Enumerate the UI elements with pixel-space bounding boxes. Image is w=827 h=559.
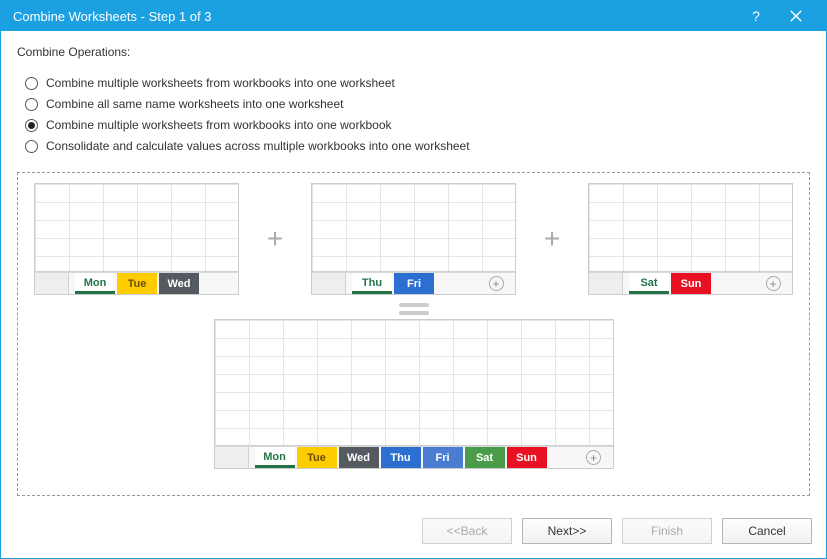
radio-label: Consolidate and calculate values across … — [46, 139, 470, 153]
next-button[interactable]: Next>> — [522, 518, 612, 544]
radio-option[interactable]: Consolidate and calculate values across … — [25, 139, 810, 153]
radio-icon — [25, 98, 38, 111]
sheet-tab-sat[interactable]: Sat — [465, 447, 505, 468]
sheet-tab-mon[interactable]: Mon — [75, 273, 115, 294]
dialog-window: Combine Worksheets - Step 1 of 3 ? Combi… — [0, 0, 827, 559]
sheet-tab-thu[interactable]: Thu — [352, 273, 392, 294]
plus-icon: + — [537, 225, 567, 253]
radio-group: Combine multiple worksheets from workboo… — [25, 69, 810, 160]
source-workbook: Mon Tue Wed — [34, 183, 239, 295]
content-area: Combine Operations: Combine multiple wor… — [1, 31, 826, 506]
sheet-tab-tue[interactable]: Tue — [297, 447, 337, 468]
window-title: Combine Worksheets - Step 1 of 3 — [13, 9, 736, 24]
sheet-tab-sun[interactable]: Sun — [671, 273, 711, 294]
section-label: Combine Operations: — [17, 45, 810, 59]
diagram-source-row: Mon Tue Wed + Thu Fri + + — [34, 183, 793, 295]
help-button[interactable]: ? — [736, 2, 776, 30]
radio-label: Combine all same name worksheets into on… — [46, 97, 343, 111]
radio-label: Combine multiple worksheets from workboo… — [46, 118, 392, 132]
radio-label: Combine multiple worksheets from workboo… — [46, 76, 395, 90]
sheet-grid — [312, 184, 515, 272]
tab-scroll-placeholder — [589, 273, 623, 294]
button-row: <<Back Next>> Finish Cancel — [1, 506, 826, 558]
tab-row: Mon Tue Wed Thu Fri Sat Sun + — [215, 446, 613, 468]
sheet-tab-mon[interactable]: Mon — [255, 447, 295, 468]
sheet-tab-sat[interactable]: Sat — [629, 273, 669, 294]
result-workbook: Mon Tue Wed Thu Fri Sat Sun + — [214, 319, 614, 469]
plus-circle-icon: + — [586, 450, 601, 465]
radio-option[interactable]: Combine all same name worksheets into on… — [25, 97, 810, 111]
tab-row: Thu Fri + — [312, 272, 515, 294]
sheet-grid — [215, 320, 613, 446]
tab-scroll-placeholder — [215, 447, 249, 468]
titlebar: Combine Worksheets - Step 1 of 3 ? — [1, 1, 826, 31]
close-icon — [790, 10, 802, 22]
sheet-tab-thu[interactable]: Thu — [381, 447, 421, 468]
radio-option[interactable]: Combine multiple worksheets from workboo… — [25, 76, 810, 90]
plus-circle-icon: + — [766, 276, 781, 291]
add-sheet-button[interactable]: + — [485, 273, 507, 294]
source-workbook: Sat Sun + — [588, 183, 793, 295]
add-sheet-button[interactable]: + — [762, 273, 784, 294]
radio-icon — [25, 119, 38, 132]
sheet-tab-fri[interactable]: Fri — [423, 447, 463, 468]
sheet-tab-tue[interactable]: Tue — [117, 273, 157, 294]
tab-row: Mon Tue Wed — [35, 272, 238, 294]
sheet-tab-wed[interactable]: Wed — [339, 447, 379, 468]
tab-scroll-placeholder — [312, 273, 346, 294]
radio-icon — [25, 77, 38, 90]
source-workbook: Thu Fri + — [311, 183, 516, 295]
sheet-tab-wed[interactable]: Wed — [159, 273, 199, 294]
back-button[interactable]: <<Back — [422, 518, 512, 544]
diagram-area: Mon Tue Wed + Thu Fri + + — [17, 172, 810, 496]
sheet-tab-sun[interactable]: Sun — [507, 447, 547, 468]
radio-icon — [25, 140, 38, 153]
plus-circle-icon: + — [489, 276, 504, 291]
tab-scroll-placeholder — [35, 273, 69, 294]
plus-icon: + — [260, 225, 290, 253]
add-sheet-button[interactable]: + — [583, 447, 605, 468]
sheet-tab-fri[interactable]: Fri — [394, 273, 434, 294]
equals-icon — [399, 299, 429, 319]
tab-row: Sat Sun + — [589, 272, 792, 294]
radio-option[interactable]: Combine multiple worksheets from workboo… — [25, 118, 810, 132]
cancel-button[interactable]: Cancel — [722, 518, 812, 544]
sheet-grid — [589, 184, 792, 272]
close-button[interactable] — [776, 2, 816, 30]
finish-button[interactable]: Finish — [622, 518, 712, 544]
sheet-grid — [35, 184, 238, 272]
